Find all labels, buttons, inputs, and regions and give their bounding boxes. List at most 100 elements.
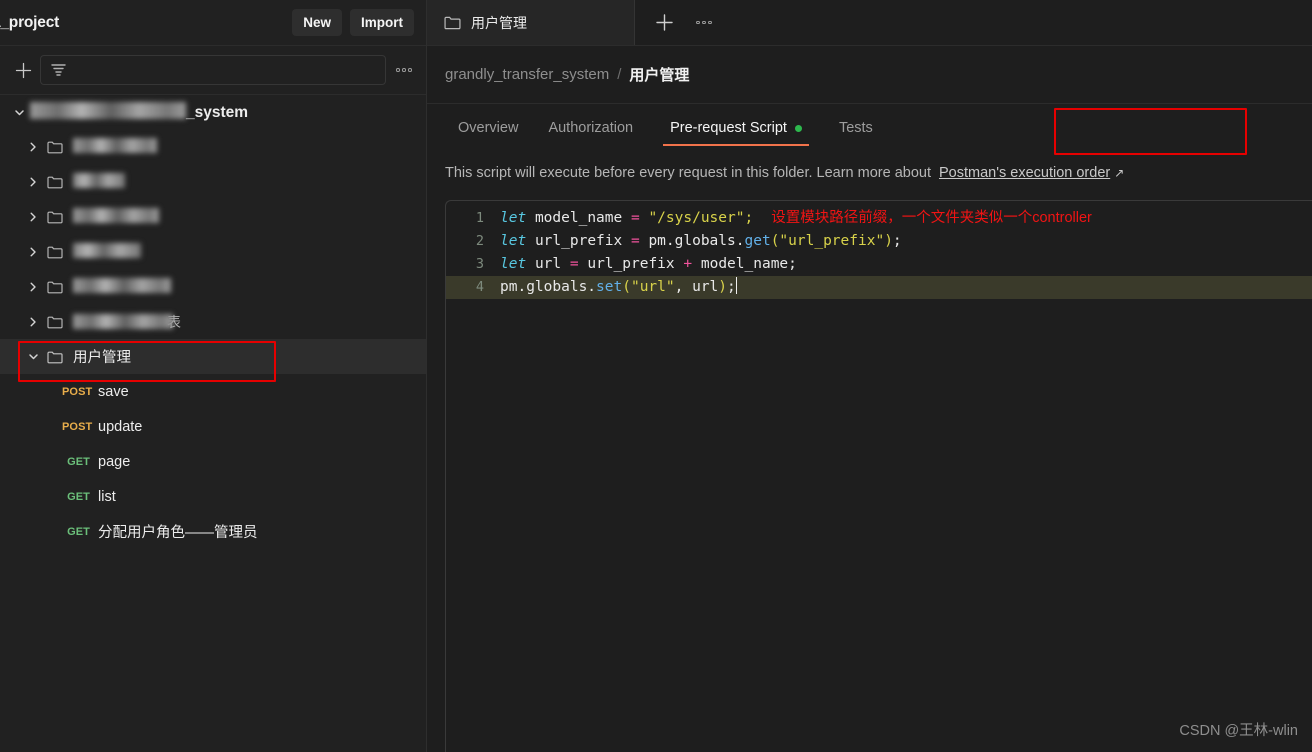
tree-folder-row[interactable] (0, 129, 426, 164)
collection-tree: _system 表 用户管理 POST save POST update GET… (0, 95, 426, 752)
token-punctuation: ) (718, 279, 728, 295)
token-identifier: url (692, 279, 719, 295)
sidebar-more-icon[interactable] (390, 56, 418, 84)
text-cursor (735, 277, 737, 294)
code-line: 1 let model_name = "/sys/user"; 设置模块路径前缀，… (446, 207, 1312, 230)
request-row[interactable]: POST save (0, 374, 426, 409)
token-punctuation: ; (727, 279, 736, 295)
sidebar: ta_project New Import (0, 0, 427, 752)
tab-tests[interactable]: Tests (824, 104, 888, 152)
workspace-title: ta_project (0, 13, 60, 31)
folder-icon (44, 175, 66, 189)
chevron-right-icon[interactable] (22, 136, 44, 158)
breadcrumb-current: 用户管理 (629, 67, 690, 84)
tree-folder-row[interactable] (0, 234, 426, 269)
redacted-text (30, 102, 186, 119)
token-punctuation: ) (884, 233, 893, 249)
collection-root-row[interactable]: _system (0, 95, 426, 129)
new-button[interactable]: New (292, 9, 342, 36)
token-string: "/sys/user" (648, 210, 745, 226)
token-string: "url_prefix" (779, 233, 885, 249)
tree-folder-row[interactable]: 表 (0, 304, 426, 339)
folder-icon (441, 15, 463, 30)
token-identifier: url (534, 256, 562, 272)
code-line-content: let url_prefix = pm.globals.get("url_pre… (500, 230, 1312, 253)
token-function: set (596, 279, 623, 295)
chevron-right-icon[interactable] (22, 206, 44, 228)
tab-label: Tests (838, 120, 873, 136)
code-content[interactable]: 1 let model_name = "/sys/user"; 设置模块路径前缀，… (446, 201, 1312, 299)
request-name: 分配用户角色——管理员 (98, 525, 258, 541)
request-name: page (98, 453, 131, 470)
chevron-down-icon[interactable] (8, 101, 30, 123)
request-name: update (98, 418, 143, 435)
token-string: "url" (630, 279, 675, 295)
token-identifier: model_name (534, 210, 623, 226)
tab-label: Overview (458, 120, 519, 136)
code-line: 2 let url_prefix = pm.globals.get("url_p… (446, 230, 1312, 253)
redacted-text (73, 243, 141, 258)
chevron-right-icon[interactable] (22, 171, 44, 193)
folder-icon (44, 280, 66, 294)
token-identifier: url_prefix (587, 256, 675, 272)
tree-folder-row[interactable] (0, 199, 426, 234)
document-tab-bar: 用户管理 (427, 0, 1312, 46)
request-name: list (98, 488, 116, 505)
tab-overview[interactable]: Overview (443, 104, 533, 152)
redacted-text (73, 208, 159, 223)
code-line: 3 let url = url_prefix + model_name; (446, 253, 1312, 276)
tree-folder-row[interactable] (0, 164, 426, 199)
line-number: 1 (475, 210, 484, 226)
token-punctuation: ; (788, 256, 797, 272)
request-name: save (98, 383, 129, 400)
sidebar-filter-bar (0, 46, 426, 95)
token-object: pm.globals. (500, 279, 597, 295)
search-input[interactable] (40, 55, 386, 85)
watermark: CSDN @王林-wlin (1179, 723, 1298, 739)
token-operator: = (630, 210, 640, 226)
method-badge: GET (67, 455, 90, 468)
request-row[interactable]: POST update (0, 409, 426, 444)
add-new-icon[interactable] (8, 55, 38, 85)
chevron-down-icon[interactable] (22, 346, 44, 368)
request-row[interactable]: GET list (0, 479, 426, 514)
document-tab-user-management[interactable]: 用户管理 (427, 0, 635, 45)
token-punctuation: ; (892, 233, 902, 249)
import-button[interactable]: Import (350, 9, 414, 36)
code-line-content: pm.globals.set("url", url); (500, 276, 1312, 299)
postman-app-window: ta_project New Import (0, 0, 1312, 752)
chevron-right-icon[interactable] (22, 311, 44, 333)
tab-more-icon[interactable] (687, 6, 721, 40)
token-punctuation: ; (744, 210, 754, 226)
token-function: get (744, 233, 771, 249)
breadcrumb-separator: / (617, 66, 622, 83)
unsaved-changes-dot-icon (794, 124, 802, 132)
tree-folder-label (73, 278, 171, 295)
tab-label: Authorization (548, 120, 634, 136)
code-editor[interactable]: 1 let model_name = "/sys/user"; 设置模块路径前缀，… (445, 200, 1312, 752)
sidebar-folder-label: 用户管理 (73, 350, 131, 366)
folder-icon (44, 140, 66, 154)
tree-folder-label (73, 243, 141, 260)
tab-pre-request-script[interactable]: Pre-request Script (648, 104, 824, 152)
main-panel: 用户管理 grandly_transfer_system / 用户管理 Over… (427, 0, 1312, 752)
tab-label: Pre-request Script (670, 120, 787, 136)
sidebar-header: ta_project New Import (0, 0, 426, 46)
request-row[interactable]: GET page (0, 444, 426, 479)
token-operator: + (683, 256, 693, 272)
code-line-content: let model_name = "/sys/user"; 设置模块路径前缀，一个… (500, 207, 1312, 230)
sidebar-folder-user-management[interactable]: 用户管理 (0, 339, 426, 374)
document-tab-label: 用户管理 (471, 14, 527, 31)
token-identifier: model_name (700, 256, 789, 272)
breadcrumb-parent[interactable]: grandly_transfer_system (445, 66, 609, 83)
tree-folder-row[interactable] (0, 269, 426, 304)
chevron-right-icon[interactable] (22, 276, 44, 298)
tab-authorization[interactable]: Authorization (533, 104, 648, 152)
new-tab-icon[interactable] (647, 6, 681, 40)
external-link-icon: ↗ (1114, 166, 1125, 180)
method-badge: GET (67, 525, 90, 538)
redacted-text (73, 138, 157, 153)
chevron-right-icon[interactable] (22, 241, 44, 263)
request-row[interactable]: GET 分配用户角色——管理员 (0, 514, 426, 549)
execution-order-link[interactable]: Postman's execution order (939, 165, 1110, 181)
